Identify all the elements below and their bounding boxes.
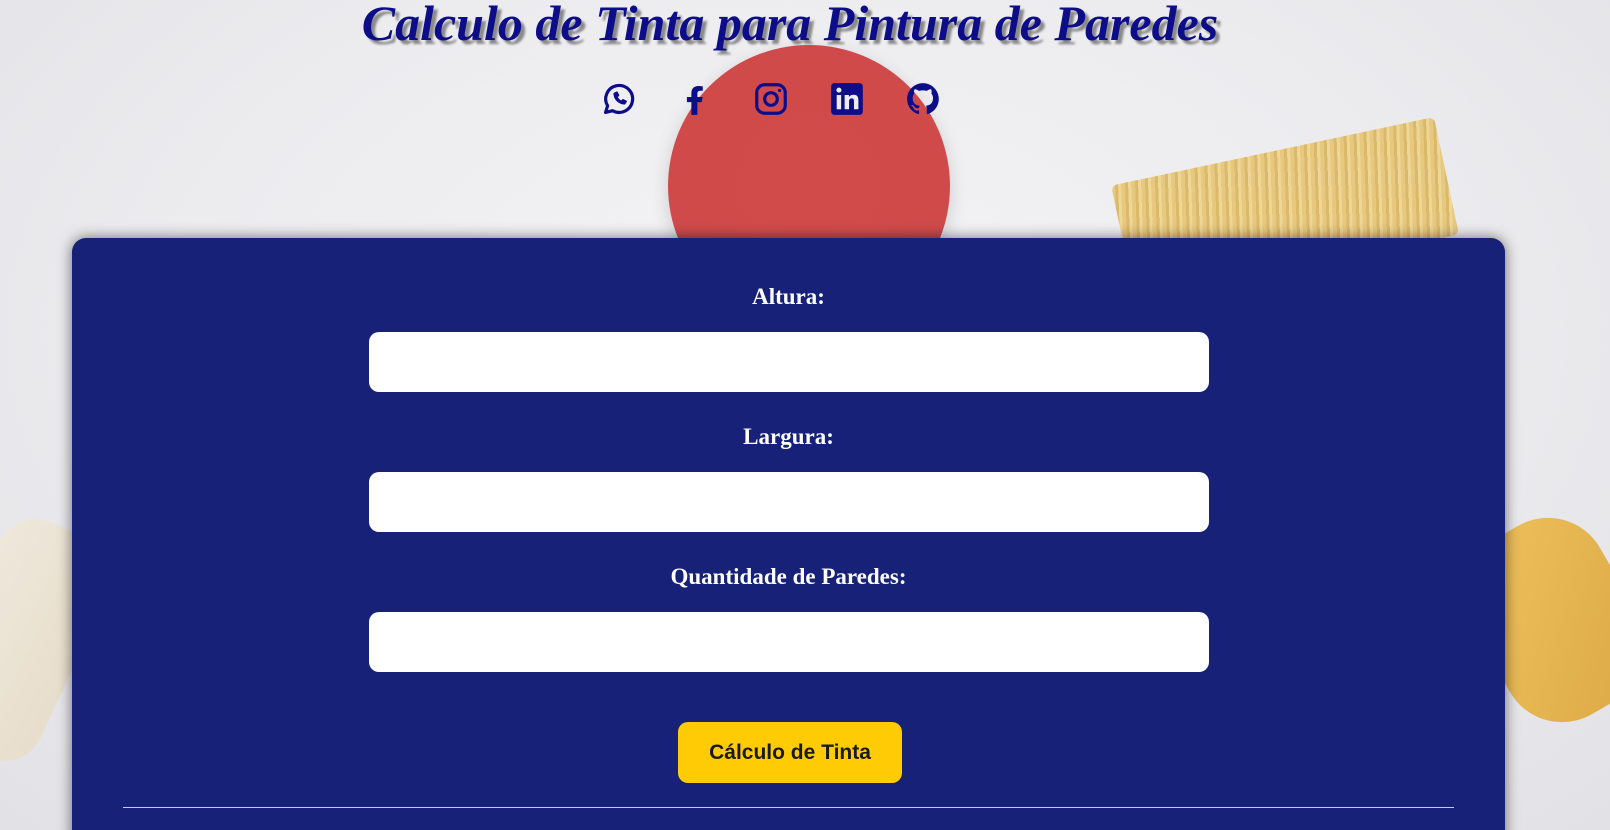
social-links <box>600 80 942 118</box>
width-input[interactable] <box>369 472 1209 532</box>
width-label: Largura: <box>743 424 834 449</box>
instagram-icon <box>755 83 787 115</box>
walls-quantity-label: Quantidade de Paredes: <box>670 564 907 589</box>
whatsapp-link[interactable] <box>600 80 638 118</box>
linkedin-icon <box>831 83 863 115</box>
facebook-icon <box>686 86 703 115</box>
facebook-link[interactable] <box>676 80 714 118</box>
paint-calculator-form: Altura: Largura: Quantidade de Paredes: … <box>72 238 1505 830</box>
instagram-link[interactable] <box>752 80 790 118</box>
github-icon <box>907 83 939 115</box>
page-title: Calculo de Tinta para Pintura de Paredes <box>361 0 1219 51</box>
height-input[interactable] <box>369 332 1209 392</box>
whatsapp-icon <box>603 83 635 115</box>
calculate-paint-button[interactable]: Cálculo de Tinta <box>678 722 902 783</box>
divider <box>123 807 1454 808</box>
github-link[interactable] <box>904 80 942 118</box>
height-label: Altura: <box>752 284 825 309</box>
walls-quantity-input[interactable] <box>369 612 1209 672</box>
linkedin-link[interactable] <box>828 80 866 118</box>
